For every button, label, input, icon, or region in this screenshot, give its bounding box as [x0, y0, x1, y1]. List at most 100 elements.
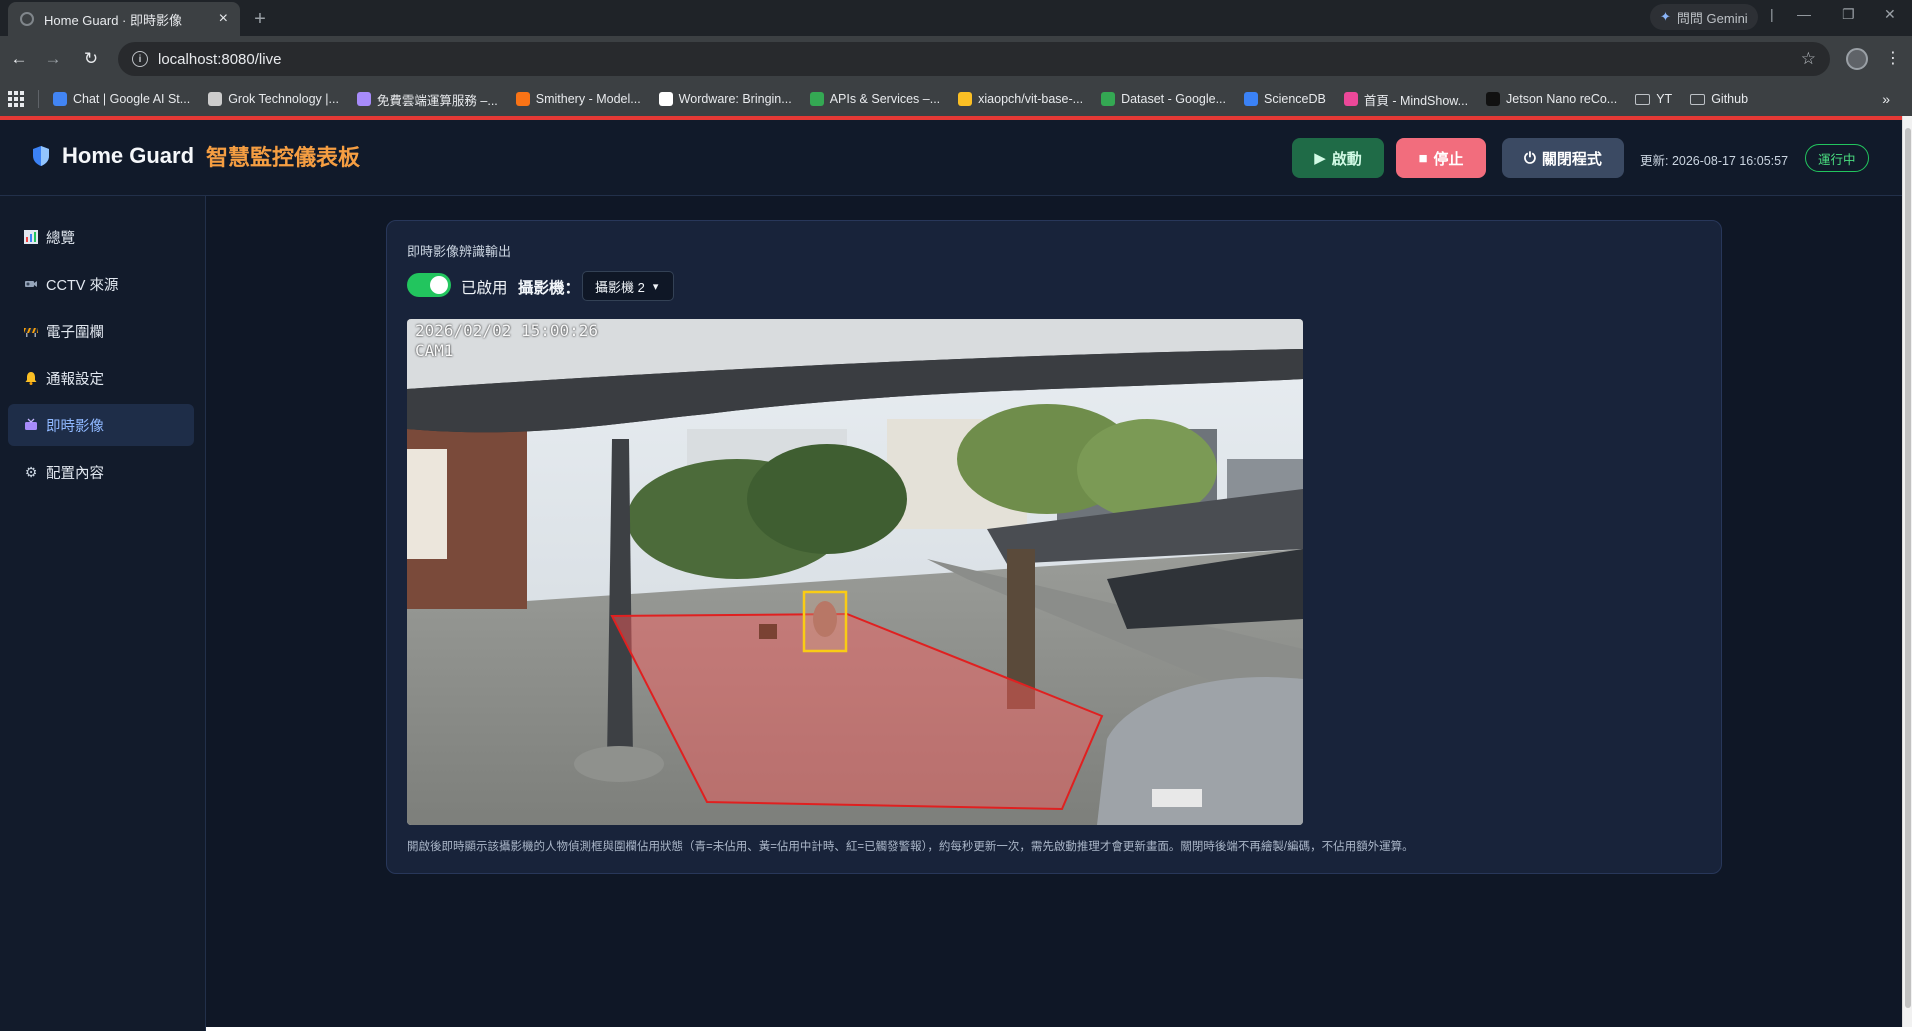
tab-favicon-icon: [20, 12, 34, 26]
sidebar-item-cctv[interactable]: CCTV 來源: [8, 263, 194, 305]
toggle-knob: [430, 276, 448, 294]
site-info-icon[interactable]: i: [132, 51, 148, 67]
live-video-icon: [24, 418, 38, 432]
stop-square-icon: ■: [1418, 149, 1428, 167]
chart-icon: [24, 230, 38, 244]
bookmark-favicon-icon: [356, 92, 371, 106]
bookmark-label: 免費雲端運算服務 –...: [376, 93, 498, 108]
scrollbar-thumb[interactable]: [1905, 128, 1911, 1008]
folder-icon: [1635, 93, 1651, 105]
bookmark-label: Jetson Nano reCo...: [1506, 92, 1618, 106]
minimize-icon[interactable]: —: [1797, 6, 1811, 22]
camera-label: 攝影機：: [518, 280, 581, 297]
live-panel: 即時影像辨識輸出 已啟用 攝影機： 攝影機 2 ▾ 2026/02/02 15:…: [386, 220, 1722, 874]
shutdown-button[interactable]: ⏻ 關閉程式: [1502, 138, 1624, 178]
bookmark-item[interactable]: 首頁 - MindShow...: [1343, 90, 1469, 109]
bookmark-item[interactable]: Jetson Nano reCo...: [1486, 92, 1617, 106]
gemini-sparkle-icon: ✦: [1660, 9, 1671, 24]
bookmark-folder[interactable]: YT: [1635, 92, 1672, 106]
profile-avatar[interactable]: [1846, 48, 1868, 70]
apps-grid-icon[interactable]: [8, 91, 24, 107]
new-tab-icon[interactable]: +: [246, 5, 274, 33]
osd-timestamp: 2026/02/02 15:00:26: [415, 321, 599, 340]
bookmark-star-icon[interactable]: ☆: [1801, 49, 1816, 69]
panel-title: 即時影像辨識輸出: [407, 244, 512, 259]
app-header: Home Guard 智慧監控儀表板 ▶ 啟動 ■ 停止 ⏻ 關閉程式 更新: …: [0, 120, 1902, 196]
gemini-button[interactable]: ✦ 問問 Gemini: [1650, 4, 1758, 30]
bookmark-favicon-icon: [1343, 92, 1358, 106]
bookmark-label: xiaopch/vit-base-...: [978, 92, 1084, 106]
shutdown-label: 關閉程式: [1541, 150, 1602, 168]
bookmarks-divider: [38, 90, 39, 108]
sidebar: 總覽 CCTV 來源 電子圍欄 通報設定 即時影像 ⚙ 配置內容: [0, 196, 206, 1031]
more-bookmarks-icon[interactable]: »: [1882, 91, 1890, 107]
sidebar-item-label: 即時影像: [46, 418, 104, 435]
bookmark-item[interactable]: 免費雲端運算服務 –...: [356, 90, 498, 109]
bookmark-item[interactable]: Smithery - Model...: [515, 92, 641, 106]
sidebar-item-fence[interactable]: 電子圍欄: [8, 310, 194, 352]
bookmark-label: 首頁 - MindShow...: [1363, 93, 1469, 108]
sidebar-item-overview[interactable]: 總覽: [8, 216, 194, 258]
bookmark-favicon-icon: [208, 92, 223, 106]
bookmark-item[interactable]: Dataset - Google...: [1101, 92, 1226, 106]
brand-title: Home Guard: [62, 143, 195, 168]
bookmark-item[interactable]: Grok Technology |...: [208, 92, 339, 106]
bookmark-label: ScienceDB: [1264, 92, 1326, 106]
reload-icon[interactable]: ↻: [78, 46, 104, 72]
sidebar-item-notify[interactable]: 通報設定: [8, 357, 194, 399]
tab-close-icon[interactable]: ×: [219, 10, 228, 28]
bookmark-item[interactable]: Chat | Google AI St...: [53, 92, 190, 106]
bookmark-label: Smithery - Model...: [535, 92, 641, 106]
camera-select[interactable]: 攝影機 2 ▾: [582, 271, 674, 301]
status-badge: 運行中: [1805, 144, 1869, 172]
updated-timestamp: 更新: 2026-08-17 16:05:57: [1640, 154, 1789, 168]
bookmark-item[interactable]: ScienceDB: [1244, 92, 1326, 106]
back-arrow-icon[interactable]: ←: [6, 46, 32, 72]
restore-icon[interactable]: ❐: [1842, 6, 1855, 23]
forward-arrow-icon[interactable]: →: [40, 46, 66, 72]
app-root: Home Guard 智慧監控儀表板 ▶ 啟動 ■ 停止 ⏻ 關閉程式 更新: …: [0, 116, 1902, 1031]
bookmark-label: Wordware: Bringin...: [678, 92, 792, 106]
bookmark-label: Dataset - Google...: [1121, 92, 1226, 106]
bookmark-favicon-icon: [958, 92, 973, 106]
bookmark-folder[interactable]: Github: [1690, 92, 1748, 106]
window-close-icon[interactable]: ✕: [1884, 6, 1896, 23]
bookmark-favicon-icon: [809, 92, 824, 106]
osd-camera-name: CAM1: [415, 341, 454, 360]
toggle-label: 已啟用: [461, 280, 508, 297]
bookmark-item[interactable]: Wordware: Bringin...: [658, 92, 792, 106]
sidebar-item-config[interactable]: ⚙ 配置內容: [8, 451, 194, 493]
bell-icon: [24, 371, 38, 385]
sidebar-item-label: 電子圍欄: [46, 324, 104, 341]
gemini-label: 問問 Gemini: [1676, 10, 1748, 26]
bookmark-favicon-icon: [1244, 92, 1258, 106]
bookmark-item[interactable]: xiaopch/vit-base-...: [958, 92, 1083, 106]
brand: Home Guard 智慧監控儀表板: [32, 140, 360, 172]
barrier-icon: [24, 324, 38, 338]
start-button[interactable]: ▶ 啟動: [1292, 138, 1384, 178]
bookmark-label: Chat | Google AI St...: [73, 92, 191, 106]
bookmark-label: APIs & Services –...: [829, 92, 941, 106]
brand-subtitle: 智慧監控儀表板: [206, 145, 361, 170]
bookmark-favicon-icon: [658, 92, 673, 106]
bookmark-favicon-icon: [1101, 92, 1116, 106]
live-toggle[interactable]: [407, 273, 451, 297]
cctv-camera-icon: [24, 277, 38, 291]
address-bar[interactable]: i localhost:8080/live ☆: [118, 42, 1830, 76]
stop-button[interactable]: ■ 停止: [1396, 138, 1486, 178]
bookmark-folder-label: Github: [1711, 92, 1749, 106]
page-scrollbar[interactable]: [1902, 116, 1912, 1027]
browser-menu-icon[interactable]: ⋮: [1885, 48, 1901, 68]
tab-title: Home Guard · 即時影像: [44, 12, 182, 28]
browser-toolbar: ← → ↻ i localhost:8080/live ☆ ⋮: [0, 36, 1912, 82]
bookmark-item[interactable]: APIs & Services –...: [809, 92, 941, 106]
camera-selected-value: 攝影機 2: [595, 279, 645, 295]
bookmark-folder-label: YT: [1656, 92, 1673, 106]
bookmark-favicon-icon: [1486, 92, 1501, 106]
sidebar-item-live[interactable]: 即時影像: [8, 404, 194, 446]
bookmark-label: Grok Technology |...: [228, 92, 339, 106]
play-icon: ▶: [1314, 150, 1326, 167]
bookmark-favicon-icon: [53, 92, 67, 106]
bookmark-favicon-icon: [515, 92, 530, 106]
browser-tab-active[interactable]: Home Guard · 即時影像 ×: [8, 2, 240, 36]
